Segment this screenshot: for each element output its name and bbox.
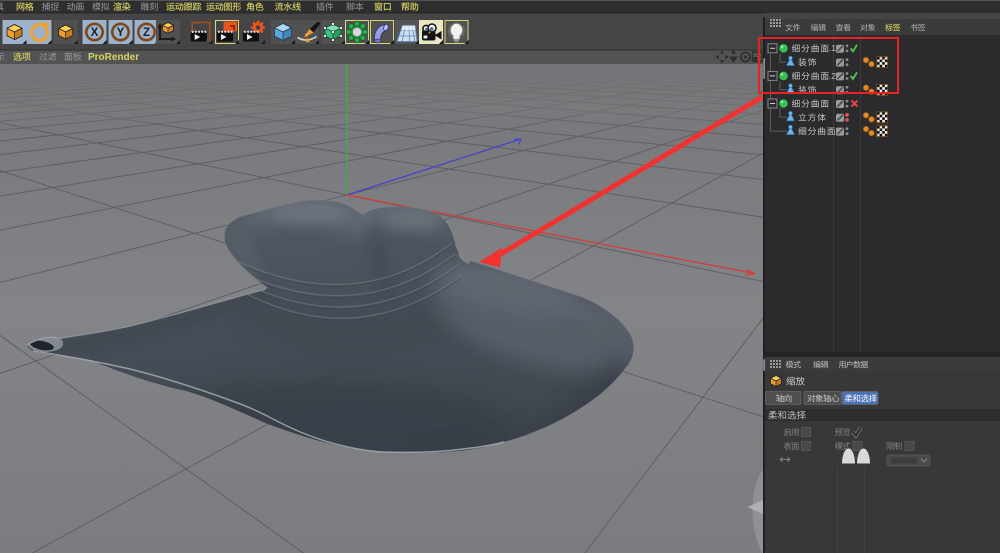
svg-text:.1: .1 [829,43,836,53]
svg-text:X: X [91,27,99,39]
svg-text:.2: .2 [829,71,836,81]
svg-text:Y: Y [117,27,125,39]
svg-text:Z: Z [143,27,150,39]
svg-text:ProRender: ProRender [88,52,139,63]
